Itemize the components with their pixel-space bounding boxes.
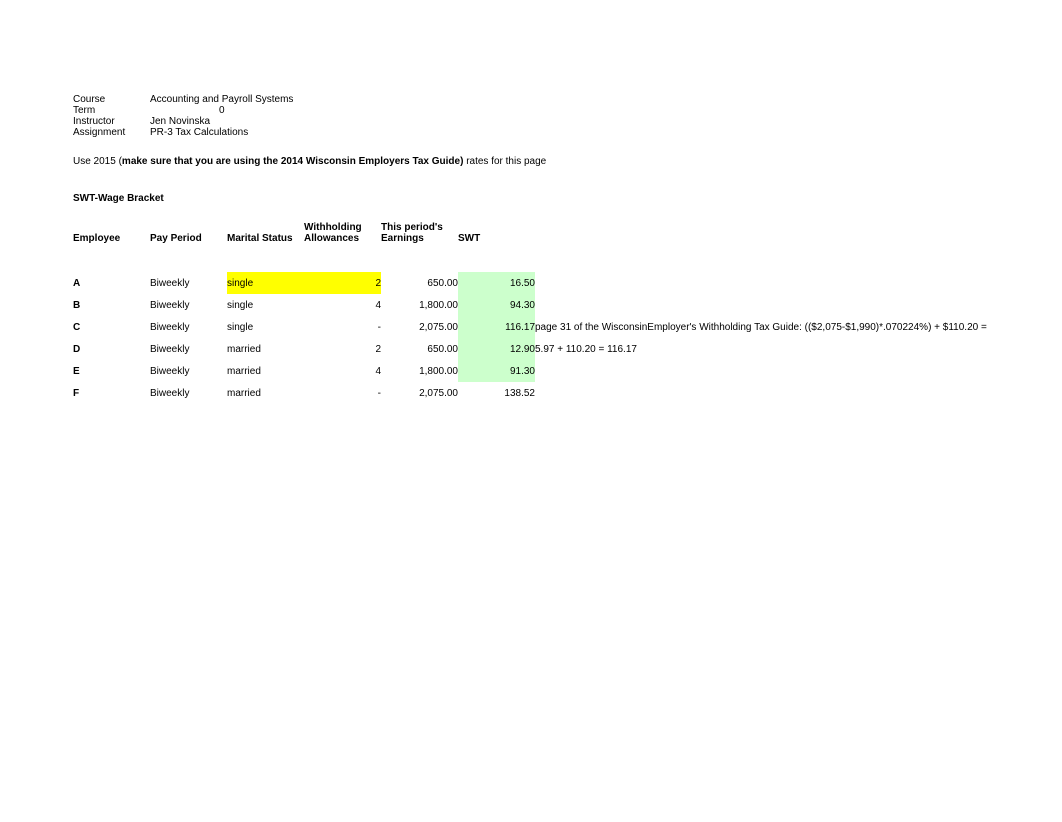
table-row: EBiweeklymarried41,800.0091.30: [73, 360, 1005, 382]
header-note: [535, 218, 1005, 246]
cell-earnings: 2,075.00: [381, 382, 458, 404]
cell-marital-status: married: [227, 360, 304, 382]
header-withholding-l1: Withholding: [304, 222, 381, 233]
cell-pay-period: Biweekly: [150, 382, 227, 404]
cell-earnings: 650.00: [381, 338, 458, 360]
cell-earnings: 650.00: [381, 272, 458, 294]
cell-swt: 12.90: [458, 338, 535, 360]
cell-employee: D: [73, 338, 150, 360]
swt-table: Employee Pay Period Marital Status Withh…: [73, 218, 1005, 404]
term-value: 0: [219, 105, 225, 117]
cell-withholding-allowances: 2: [304, 338, 381, 360]
cell-swt: 116.17: [458, 316, 535, 338]
page: Course Accounting and Payroll Systems Te…: [0, 0, 1062, 404]
header-withholding-allowances: Withholding Allowances: [304, 218, 381, 246]
meta-block: Course Accounting and Payroll Systems Te…: [73, 94, 1042, 138]
note-bold: make sure that you are using the 2014 Wi…: [122, 156, 464, 167]
cell-marital-status: single: [227, 294, 304, 316]
cell-swt: 91.30: [458, 360, 535, 382]
cell-pay-period: Biweekly: [150, 316, 227, 338]
header-earnings: This period's Earnings: [381, 218, 458, 246]
cell-earnings: 2,075.00: [381, 316, 458, 338]
meta-row-term: Term 0: [73, 105, 1042, 116]
header-swt: SWT: [458, 218, 535, 246]
table-row: ABiweeklysingle2650.0016.50: [73, 272, 1005, 294]
note-suffix: rates for this page: [463, 156, 546, 167]
cell-pay-period: Biweekly: [150, 272, 227, 294]
cell-swt: 16.50: [458, 272, 535, 294]
instructor-label: Instructor: [73, 116, 150, 127]
cell-employee: E: [73, 360, 150, 382]
cell-withholding-allowances: -: [304, 382, 381, 404]
header-pay-period: Pay Period: [150, 218, 227, 246]
term-label: Term: [73, 105, 150, 116]
header-withholding-l2: Allowances: [304, 233, 381, 244]
cell-earnings: 1,800.00: [381, 294, 458, 316]
meta-row-instructor: Instructor Jen Novinska: [73, 116, 1042, 127]
table-row: CBiweeklysingle-2,075.00116.17page 31 of…: [73, 316, 1005, 338]
cell-marital-status: married: [227, 338, 304, 360]
cell-withholding-allowances: 4: [304, 360, 381, 382]
cell-note: 5.97 + 110.20 = 116.17: [535, 338, 1005, 360]
cell-employee: A: [73, 272, 150, 294]
cell-swt: 138.52: [458, 382, 535, 404]
cell-withholding-allowances: -: [304, 316, 381, 338]
cell-earnings: 1,800.00: [381, 360, 458, 382]
cell-employee: C: [73, 316, 150, 338]
cell-marital-status: single: [227, 316, 304, 338]
cell-employee: F: [73, 382, 150, 404]
cell-note: [535, 294, 1005, 316]
course-value: Accounting and Payroll Systems: [150, 94, 293, 105]
table-body: ABiweeklysingle2650.0016.50BBiweeklysing…: [73, 246, 1005, 404]
header-earnings-l2: Earnings: [381, 233, 458, 244]
table-row: BBiweeklysingle41,800.0094.30: [73, 294, 1005, 316]
instruction-note: Use 2015 (make sure that you are using t…: [73, 156, 1042, 167]
cell-swt: 94.30: [458, 294, 535, 316]
cell-note: [535, 272, 1005, 294]
spacer-row: [73, 246, 1005, 272]
cell-note: [535, 382, 1005, 404]
section-title: SWT-Wage Bracket: [73, 193, 1042, 204]
header-employee: Employee: [73, 218, 150, 246]
cell-note: [535, 360, 1005, 382]
instructor-value: Jen Novinska: [150, 116, 210, 127]
cell-employee: B: [73, 294, 150, 316]
cell-note: page 31 of the WisconsinEmployer's Withh…: [535, 316, 1005, 338]
note-prefix: Use 2015 (: [73, 156, 122, 167]
assignment-value: PR-3 Tax Calculations: [150, 127, 248, 138]
table-row: FBiweeklymarried-2,075.00138.52: [73, 382, 1005, 404]
meta-row-assignment: Assignment PR-3 Tax Calculations: [73, 127, 1042, 138]
table-row: DBiweeklymarried2650.0012.905.97 + 110.2…: [73, 338, 1005, 360]
header-marital-status: Marital Status: [227, 218, 304, 246]
cell-marital-status: married: [227, 382, 304, 404]
meta-row-course: Course Accounting and Payroll Systems: [73, 94, 1042, 105]
cell-withholding-allowances: 4: [304, 294, 381, 316]
cell-pay-period: Biweekly: [150, 360, 227, 382]
cell-marital-status: single: [227, 272, 304, 294]
header-earnings-l1: This period's: [381, 222, 458, 233]
cell-withholding-allowances: 2: [304, 272, 381, 294]
table-header-row: Employee Pay Period Marital Status Withh…: [73, 218, 1005, 246]
assignment-label: Assignment: [73, 127, 150, 138]
course-label: Course: [73, 94, 150, 105]
cell-pay-period: Biweekly: [150, 294, 227, 316]
cell-pay-period: Biweekly: [150, 338, 227, 360]
